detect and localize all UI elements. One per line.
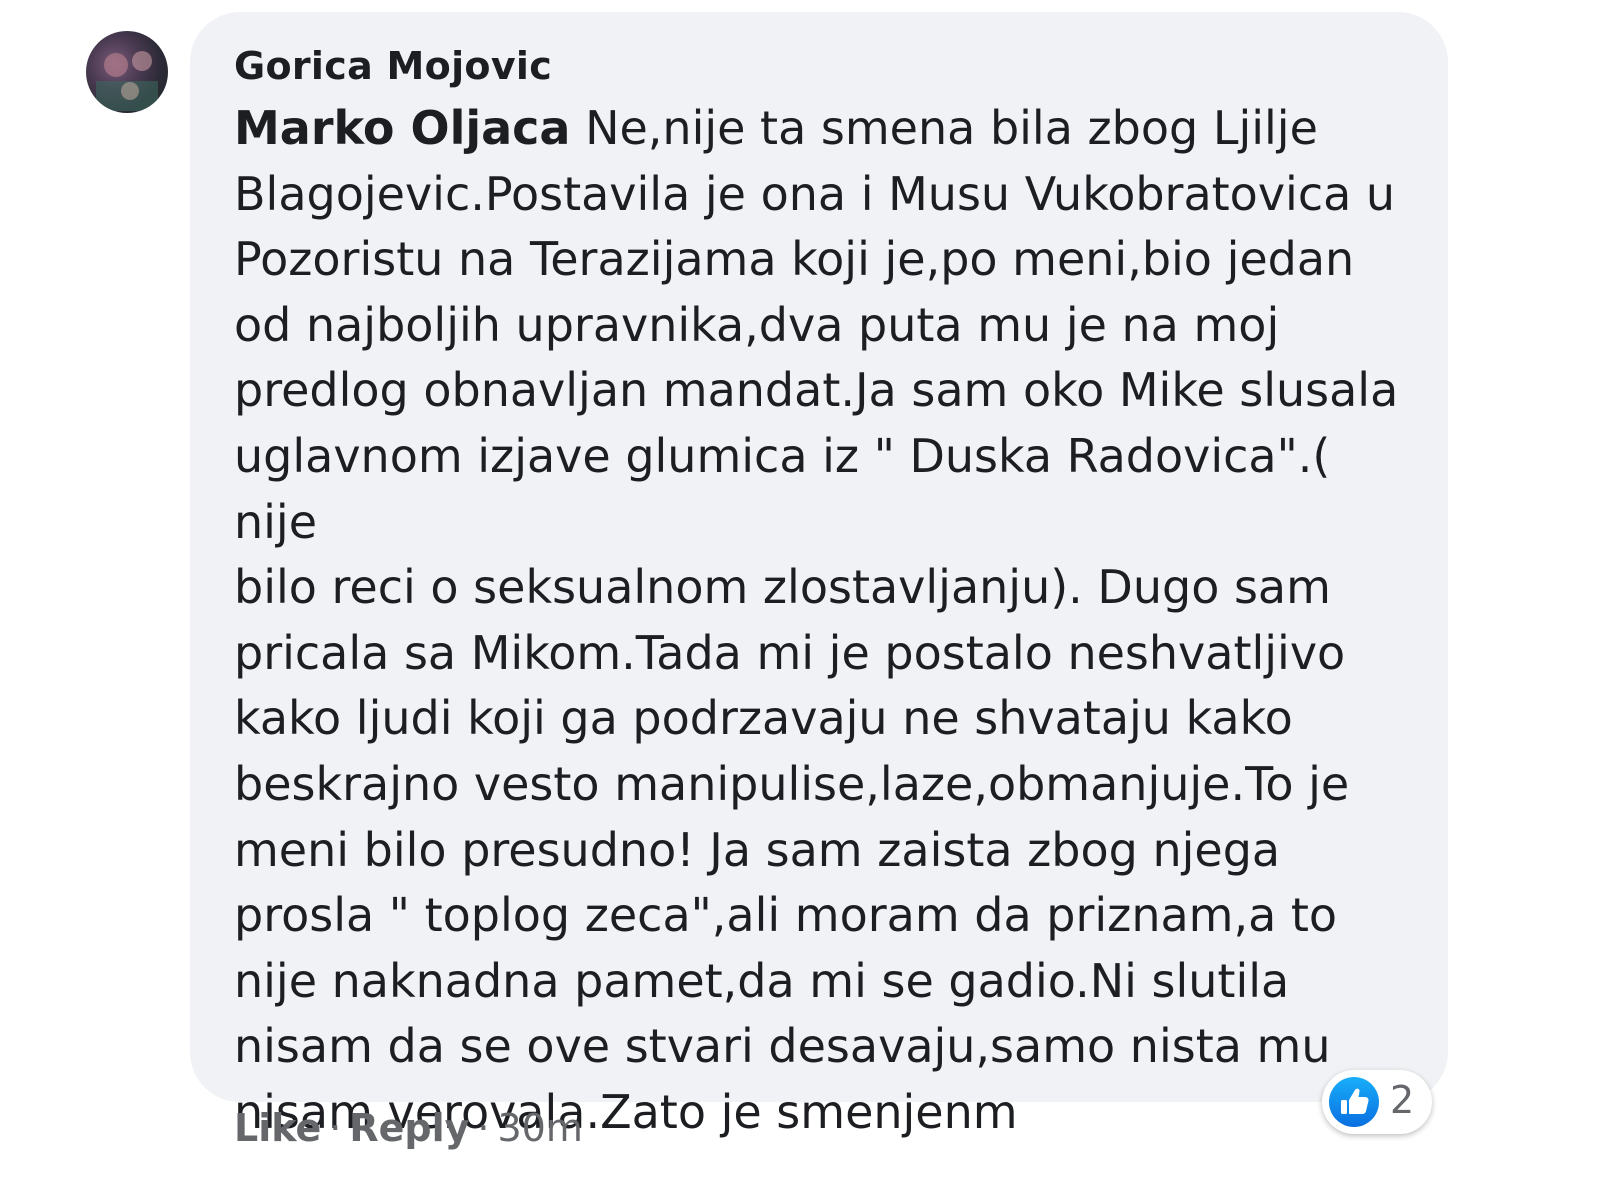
mention-link[interactable]: Marko Oljaca <box>234 101 570 155</box>
comment-line: prosla " toplog zeca",ali moram da prizn… <box>234 888 1338 943</box>
comment-line: kako ljudi koji ga podrzavaju ne shvataj… <box>234 691 1293 746</box>
comment-line: od najboljih upravnika,dva puta mu je na… <box>234 297 1280 352</box>
comment-body: Marko Oljaca Ne,nije ta smena bila zbog … <box>234 96 1424 1146</box>
comment-actions: Like · Reply · 30m <box>234 1106 583 1150</box>
reaction-summary[interactable]: 2 <box>1322 1070 1432 1134</box>
comment-line: nije naknadna pamet,da mi se gadio.Ni sl… <box>234 953 1290 1008</box>
avatar[interactable] <box>86 31 168 113</box>
comment-line: uglavnom izjave glumica iz " Duska Radov… <box>234 428 1331 549</box>
like-link[interactable]: Like <box>234 1106 321 1150</box>
comment-line: beskrajno vesto manipulise,laze,obmanjuj… <box>234 756 1350 811</box>
comment-line: Blagojevic.Postavila je ona i Musu Vukob… <box>234 166 1396 221</box>
separator-dot: · <box>329 1106 342 1150</box>
comment-line: nisam da se ove stvari desavaju,samo nis… <box>234 1019 1331 1074</box>
separator-dot: · <box>477 1106 490 1150</box>
comment-line: pricala sa Mikom.Tada mi je postalo nesh… <box>234 625 1346 680</box>
thumbs-up-icon <box>1328 1076 1380 1128</box>
comment-line: bilo reci o seksualnom zlostavljanju). D… <box>234 560 1331 615</box>
comment-author[interactable]: Gorica Mojovic <box>234 44 552 88</box>
comment-line: predlog obnavljan mandat.Ja sam oko Mike… <box>234 363 1399 418</box>
comment-line: meni bilo presudno! Ja sam zaista zbog n… <box>234 822 1281 877</box>
comment-line: Pozoristu na Terazijama koji je,po meni,… <box>234 232 1355 287</box>
comment-line: Ne,nije ta smena bila zbog Ljilje <box>570 101 1318 155</box>
timestamp[interactable]: 30m <box>497 1106 582 1150</box>
reaction-count: 2 <box>1390 1078 1415 1122</box>
reply-link[interactable]: Reply <box>349 1106 469 1150</box>
